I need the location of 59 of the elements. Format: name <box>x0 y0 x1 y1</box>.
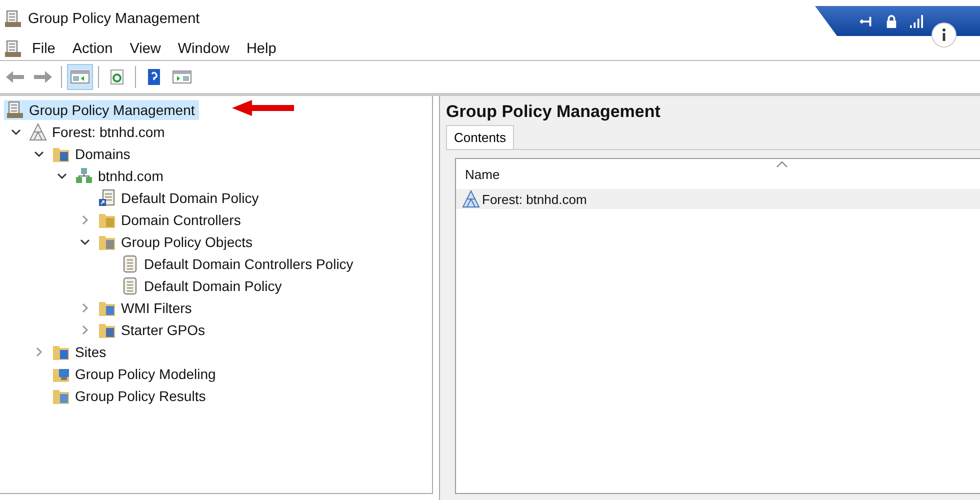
tree-item[interactable]: Group Policy Modeling <box>50 364 220 384</box>
expand-icon[interactable] <box>34 347 44 357</box>
collapse-icon[interactable] <box>56 171 66 181</box>
window-pane-icon <box>172 69 192 85</box>
tree-item[interactable]: Starter GPOs <box>96 320 210 340</box>
menu-item[interactable]: View <box>124 41 172 57</box>
network-icon <box>75 167 93 185</box>
tree-item[interactable]: Group Policy Results <box>50 386 210 406</box>
expand-icon[interactable] <box>80 303 90 313</box>
left-arrow-icon <box>5 69 25 85</box>
folder-icon <box>98 321 116 339</box>
folder-icon <box>98 211 116 229</box>
annotation-arrow <box>232 99 294 117</box>
triangle-icon <box>29 123 47 141</box>
pin-icon[interactable] <box>859 14 874 28</box>
tree-item[interactable]: Group Policy Objects <box>96 232 256 252</box>
tree-item[interactable]: Default Domain Policy <box>119 276 286 296</box>
info-icon[interactable] <box>931 22 957 48</box>
menu-item[interactable]: File <box>26 41 66 57</box>
tree-item[interactable]: Default Domain Policy <box>96 188 263 208</box>
menu-item[interactable]: Action <box>66 41 124 57</box>
window-pane-icon <box>70 69 90 85</box>
column-header[interactable]: Name <box>465 166 500 182</box>
menu-item[interactable]: Help <box>240 41 288 57</box>
console-icon <box>6 101 24 119</box>
tree-item[interactable]: Default Domain Controllers Policy <box>119 254 358 274</box>
lock-icon[interactable] <box>884 14 899 28</box>
tree-item[interactable]: WMI Filters <box>96 298 196 318</box>
signal-icon <box>909 14 924 28</box>
folder-icon <box>52 343 70 361</box>
console-icon <box>4 10 22 28</box>
collapse-icon[interactable] <box>80 237 90 247</box>
pane-title: Group Policy Management <box>446 101 662 123</box>
collapse-icon[interactable] <box>10 127 20 137</box>
tree-item[interactable]: Domain Controllers <box>96 210 245 230</box>
expand-icon[interactable] <box>80 325 90 335</box>
menu-item[interactable]: Window <box>172 41 240 57</box>
scroll-shortcut-icon <box>98 189 116 207</box>
tree-item[interactable]: Forest: btnhd.com <box>27 122 169 142</box>
sort-caret-icon[interactable] <box>776 161 788 168</box>
console-tree-button[interactable] <box>67 64 93 90</box>
tree-item[interactable]: Sites <box>50 342 110 362</box>
right-arrow-icon <box>33 69 53 85</box>
console-icon[interactable] <box>4 40 22 58</box>
tab[interactable]: Contents <box>446 125 514 149</box>
folder-icon <box>98 233 116 251</box>
triangle-icon <box>462 190 480 208</box>
tree-item[interactable]: btnhd.com <box>73 166 168 186</box>
list-row[interactable]: Forest: btnhd.com <box>456 189 980 209</box>
expand-icon[interactable] <box>80 215 90 225</box>
folder-icon <box>52 145 70 163</box>
window-title: Group Policy Management <box>28 11 200 27</box>
tree-item[interactable]: Group Policy Management <box>4 100 199 120</box>
scroll-icon <box>121 255 139 273</box>
tree-item[interactable]: Domains <box>50 144 134 164</box>
folder-icon <box>98 299 116 317</box>
folder-icon <box>52 387 70 405</box>
collapse-icon[interactable] <box>34 149 44 159</box>
scroll-icon <box>121 277 139 295</box>
